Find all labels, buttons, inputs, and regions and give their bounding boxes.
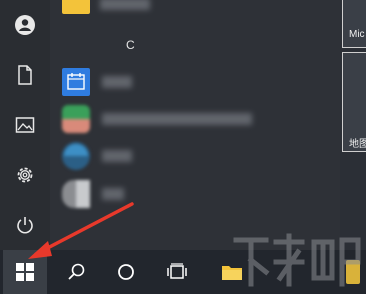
- document-icon: [18, 65, 32, 85]
- list-item[interactable]: [62, 0, 322, 28]
- tile-label: Mic: [349, 29, 365, 40]
- app-name-blurred: [102, 76, 132, 88]
- user-account-button[interactable]: [8, 8, 42, 42]
- taskbar: [0, 250, 366, 294]
- pinned-app-icon[interactable]: [346, 260, 360, 284]
- app-tile: [62, 142, 90, 170]
- pictures-button[interactable]: [8, 108, 42, 142]
- live-tiles: Mic 地图: [340, 0, 366, 250]
- app-tile: [62, 105, 90, 133]
- power-button[interactable]: [8, 208, 42, 242]
- windows-logo-icon: [16, 263, 34, 281]
- cortana-button[interactable]: [104, 250, 148, 294]
- search-button[interactable]: [54, 250, 98, 294]
- calendar-tile: [62, 68, 90, 96]
- list-item[interactable]: [62, 105, 322, 133]
- app-name-blurred: [102, 188, 124, 200]
- folder-icon: [222, 266, 242, 280]
- start-button[interactable]: [3, 250, 47, 294]
- circle-icon: [118, 264, 134, 280]
- task-view-icon: [167, 263, 187, 279]
- documents-button[interactable]: [8, 58, 42, 92]
- tile-microsoft[interactable]: Mic: [342, 0, 366, 48]
- search-icon: [68, 263, 85, 280]
- list-item[interactable]: [62, 180, 322, 208]
- app-tile: [62, 180, 90, 208]
- section-header[interactable]: C: [126, 38, 135, 52]
- folder-tile: [62, 0, 90, 14]
- tile-label: 地图: [349, 139, 366, 150]
- settings-button[interactable]: [8, 158, 42, 192]
- file-explorer-button[interactable]: [210, 250, 254, 294]
- calendar-icon: [67, 73, 85, 90]
- app-list: C: [50, 0, 340, 250]
- list-item[interactable]: [62, 142, 322, 170]
- gear-icon: [17, 167, 33, 183]
- user-icon: [15, 15, 35, 35]
- power-icon: [17, 217, 33, 234]
- image-icon: [15, 117, 35, 133]
- list-item[interactable]: [62, 68, 322, 96]
- app-name-blurred: [100, 0, 150, 10]
- tile-maps[interactable]: 地图: [342, 52, 366, 152]
- app-name-blurred: [102, 150, 132, 162]
- task-view-button[interactable]: [155, 250, 199, 294]
- app-name-blurred: [102, 113, 252, 125]
- start-menu-rail: [0, 0, 50, 250]
